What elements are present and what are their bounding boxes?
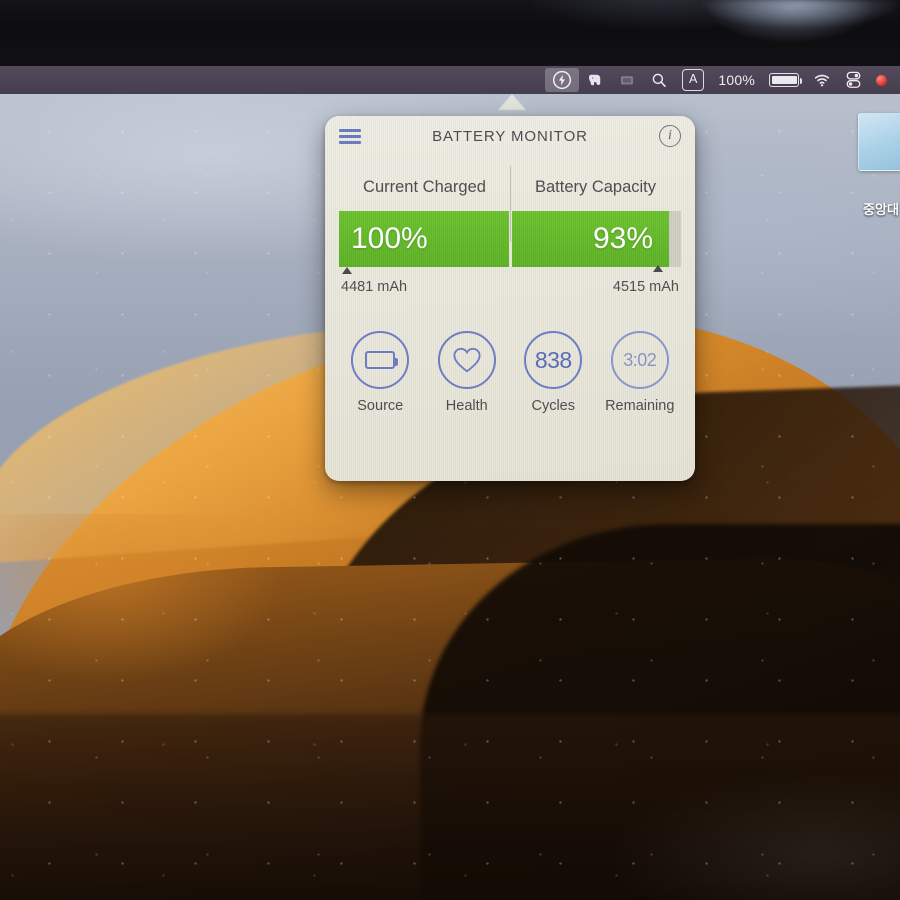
gauge-current-charged: 100% <box>339 211 509 267</box>
lightning-bolt-icon <box>552 70 572 90</box>
stat-caption-health: Health <box>445 398 488 414</box>
mah-row: 4481 mAh 4515 mAh <box>339 265 681 301</box>
stat-source[interactable]: Source <box>341 331 419 414</box>
menubar-item-battery-monitor[interactable] <box>545 68 580 92</box>
gauge-battery-capacity: 93% <box>511 211 681 267</box>
panel-header: BATTERY MONITOR i <box>325 116 695 156</box>
stat-caption-remaining: Remaining <box>605 398 675 414</box>
stat-caption-cycles: Cycles <box>531 398 575 414</box>
panel-title: BATTERY MONITOR <box>432 127 588 145</box>
stats-row: Source Health 838 Cycles 3:02 Remaining <box>325 331 695 414</box>
menubar-item-evernote[interactable] <box>579 68 611 92</box>
cycles-value: 838 <box>534 346 572 373</box>
stat-cycles[interactable]: 838 Cycles <box>514 331 592 414</box>
mah-battery-capacity: 4515 mAh <box>612 279 679 295</box>
heart-icon <box>453 347 481 373</box>
elephant-icon <box>589 74 601 86</box>
label-current-charged: Current Charged <box>363 178 486 196</box>
section-labels: Current Charged Battery Capacity <box>325 166 695 242</box>
menubar-battery-percent[interactable]: 100% <box>711 68 762 92</box>
value-current-charged: 100% <box>351 222 428 255</box>
macos-menubar: A 100% <box>0 66 900 94</box>
battery-icon <box>365 351 399 369</box>
mah-current-charged: 4481 mAh <box>341 279 408 295</box>
menubar-item-wifi[interactable] <box>806 68 838 92</box>
faded-app-icon <box>621 76 634 85</box>
remaining-circle: 3:02 <box>610 331 669 389</box>
menubar-item-notification-dot[interactable] <box>869 68 894 92</box>
marker-triangle-right <box>653 265 663 272</box>
desktop-file-icon[interactable]: 중앙대 <box>858 113 900 217</box>
search-icon <box>652 73 666 87</box>
value-battery-capacity: 93% <box>592 222 653 255</box>
stat-health[interactable]: Health <box>428 331 506 414</box>
battery-monitor-panel: BATTERY MONITOR i Current Charged Batter… <box>325 116 695 481</box>
menubar-item-control-center[interactable] <box>838 68 869 92</box>
red-dot-icon <box>876 74 887 86</box>
desktop-file-label: 중앙대 <box>863 202 899 217</box>
file-thumbnail <box>858 113 900 171</box>
laptop-bezel <box>0 0 900 72</box>
remaining-value: 3:02 <box>623 349 657 370</box>
stat-caption-source: Source <box>357 398 404 414</box>
cycles-circle: 838 <box>524 331 583 389</box>
menubar-item-spotlight[interactable] <box>643 68 675 92</box>
screen-photo: A 100% 중앙대 BATTERY MONITOR i Current Cha… <box>0 0 900 900</box>
menubar-item-input-source[interactable]: A <box>675 68 711 92</box>
stat-remaining[interactable]: 3:02 Remaining <box>601 331 679 414</box>
menubar-battery-icon-wrap[interactable] <box>762 68 806 92</box>
source-circle <box>351 331 410 389</box>
letter-a-icon: A <box>682 69 705 91</box>
battery-percent-label: 100% <box>718 72 755 88</box>
bezel-glare <box>600 0 900 60</box>
battery-icon <box>769 73 802 87</box>
label-battery-capacity: Battery Capacity <box>534 178 657 196</box>
menubar-item-faded-app[interactable] <box>611 68 643 92</box>
dune-foreground <box>0 714 900 900</box>
marker-triangle-left <box>342 267 352 274</box>
control-center-icon <box>846 71 861 88</box>
panel-pointer <box>498 94 526 110</box>
health-circle <box>437 331 496 389</box>
wifi-icon <box>814 74 830 87</box>
